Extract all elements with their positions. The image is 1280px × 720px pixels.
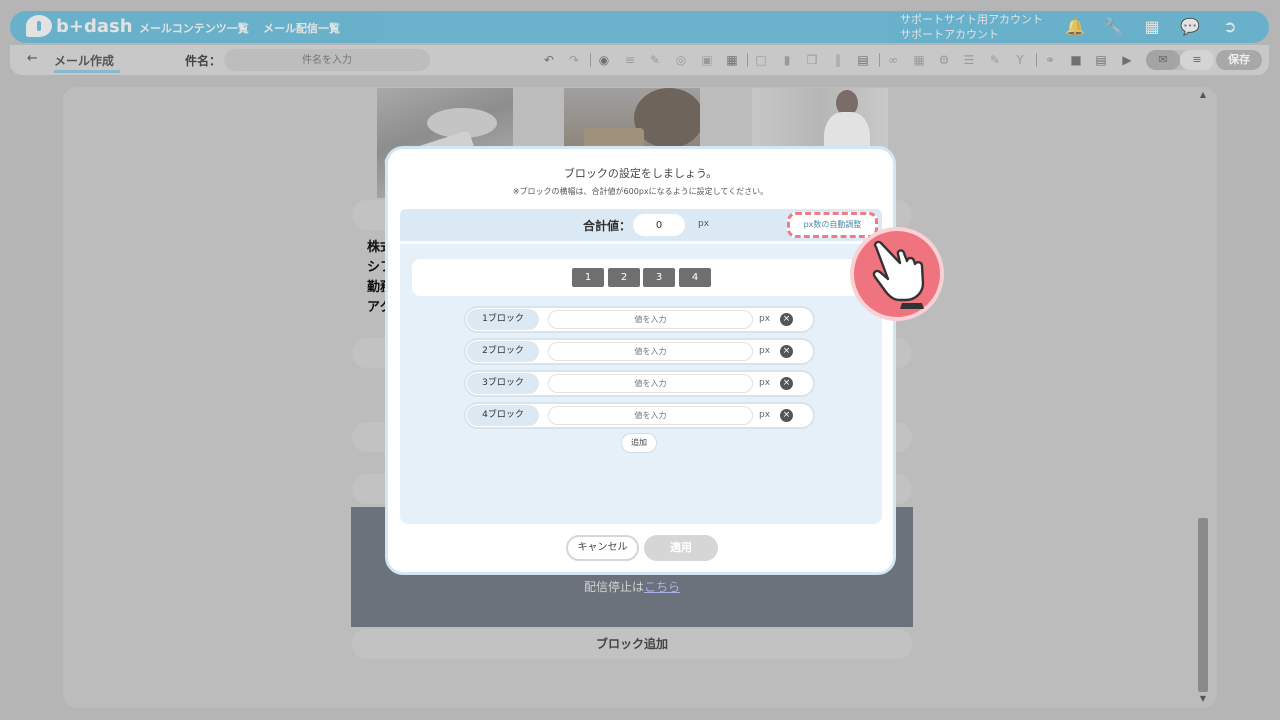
subject-input[interactable] bbox=[224, 49, 430, 71]
remove-block-icon[interactable]: × bbox=[780, 345, 793, 358]
scroll-down-icon[interactable]: ▼ bbox=[1196, 694, 1210, 703]
block-config-panel: 1 2 3 4 1ブロック px × 2ブロック px × 3ブロック px ×… bbox=[400, 244, 882, 524]
calendar-icon[interactable]: ▦ bbox=[911, 52, 927, 68]
editor-toolbar: ← メール作成 件名： ↶ ↷ ◉ ≡ ✎ ◎ ▣ ▦ □ ▮ ❐ ‖ ▤ ∞ … bbox=[10, 45, 1269, 75]
block-label: 4ブロック bbox=[467, 405, 539, 426]
hand-cursor-icon bbox=[872, 240, 925, 309]
mail-create-tab[interactable]: メール作成 bbox=[54, 52, 121, 73]
database-icon[interactable]: ☰ bbox=[961, 52, 977, 68]
grid-icon[interactable]: ▦ bbox=[1142, 17, 1162, 37]
block-label: 2ブロック bbox=[467, 341, 539, 362]
toolbar-divider bbox=[879, 53, 880, 67]
add-block-button[interactable]: ブロック追加 bbox=[352, 629, 912, 659]
undo-icon[interactable]: ↶ bbox=[541, 52, 557, 68]
edit-icon[interactable]: ✎ bbox=[987, 52, 1003, 68]
layout-icon[interactable]: ▤ bbox=[855, 52, 871, 68]
scroll-up-icon[interactable]: ▲ bbox=[1196, 90, 1210, 99]
play-icon[interactable]: ▶ bbox=[1119, 52, 1135, 68]
view-toggle: ✉ ≡ bbox=[1146, 50, 1214, 70]
nav-mail-delivery-list[interactable]: メール配信一覧 bbox=[263, 20, 340, 36]
align-icon[interactable]: ≡ bbox=[622, 52, 638, 68]
account-info[interactable]: サポートサイト用アカウント サポートアカウント bbox=[900, 12, 1043, 42]
auto-adjust-button[interactable]: px数の自動調整 bbox=[787, 212, 878, 238]
filter-icon[interactable]: Υ bbox=[1012, 52, 1028, 68]
logo[interactable]: b+dash bbox=[26, 15, 133, 37]
target-icon[interactable]: ◎ bbox=[673, 52, 689, 68]
unsubscribe-text: 配信停止はこちら bbox=[351, 578, 913, 595]
block-unit: px bbox=[759, 410, 771, 420]
total-unit: px bbox=[698, 219, 710, 229]
block-settings-modal: ブロックの設定をしましょう。 ※ブロックの横幅は、合計値が600pxになるように… bbox=[385, 146, 896, 575]
block-label: 1ブロック bbox=[467, 309, 539, 330]
redo-icon[interactable]: ↷ bbox=[566, 52, 582, 68]
total-bar: 合計値： px px数の自動調整 bbox=[400, 209, 882, 241]
logo-mark-icon bbox=[26, 15, 52, 37]
toolbar-divider bbox=[1036, 53, 1037, 67]
block-width-input[interactable] bbox=[548, 406, 753, 425]
block-width-input[interactable] bbox=[548, 342, 753, 361]
unsubscribe-link[interactable]: こちら bbox=[644, 580, 680, 594]
copy-icon[interactable]: ❐ bbox=[804, 52, 820, 68]
remove-block-icon[interactable]: × bbox=[780, 377, 793, 390]
wrench-icon[interactable]: 🔧 bbox=[1103, 17, 1123, 37]
fullscreen-icon[interactable]: ▣ bbox=[699, 52, 715, 68]
tab-3-blocks[interactable]: 3 bbox=[643, 268, 675, 287]
pointing-hand-icon bbox=[850, 227, 944, 321]
add-block-row-button[interactable]: 追加 bbox=[621, 433, 657, 453]
top-header: b+dash メールコンテンツ一覧 メール配信一覧 サポートサイト用アカウント … bbox=[10, 11, 1269, 43]
tab-2-blocks[interactable]: 2 bbox=[608, 268, 640, 287]
block-unit: px bbox=[759, 314, 771, 324]
block-unit: px bbox=[759, 346, 771, 356]
account-line-1: サポートサイト用アカウント bbox=[900, 13, 1043, 26]
block-count-tabs: 1 2 3 4 bbox=[412, 259, 870, 296]
total-value-field[interactable] bbox=[633, 214, 685, 236]
gear-icon[interactable]: ⚙ bbox=[936, 52, 952, 68]
remove-block-icon[interactable]: × bbox=[780, 313, 793, 326]
tab-1-block[interactable]: 1 bbox=[572, 268, 604, 287]
contact-card-icon[interactable]: ■ bbox=[1068, 52, 1084, 68]
columns-icon[interactable]: ‖ bbox=[830, 52, 846, 68]
crop-icon[interactable]: □ bbox=[753, 52, 769, 68]
unsubscribe-prefix: 配信停止は bbox=[583, 580, 644, 594]
text-view-icon[interactable]: ≡ bbox=[1180, 50, 1214, 70]
trash-icon[interactable]: ▮ bbox=[779, 52, 795, 68]
block-row: 1ブロック px × bbox=[464, 306, 815, 333]
chat-icon[interactable]: 💬 bbox=[1180, 17, 1200, 37]
tab-4-blocks[interactable]: 4 bbox=[679, 268, 711, 287]
toolbar-divider bbox=[747, 53, 748, 67]
account-line-2: サポートアカウント bbox=[900, 28, 999, 41]
logout-icon[interactable]: ➲ bbox=[1220, 17, 1240, 37]
palette-icon[interactable]: ◉ bbox=[596, 52, 612, 68]
block-width-input[interactable] bbox=[548, 374, 753, 393]
cancel-button[interactable]: キャンセル bbox=[566, 535, 639, 561]
block-width-input[interactable] bbox=[548, 310, 753, 329]
scrollbar-thumb[interactable] bbox=[1198, 518, 1208, 692]
modal-note: ※ブロックの横幅は、合計値が600pxになるように設定してください。 bbox=[512, 187, 769, 196]
modal-title: ブロックの設定をしましょう。 bbox=[563, 167, 718, 180]
apply-button[interactable]: 適用 bbox=[644, 535, 718, 561]
link-icon[interactable]: ∞ bbox=[885, 52, 901, 68]
pen-icon[interactable]: ✎ bbox=[647, 52, 663, 68]
block-row: 3ブロック px × bbox=[464, 370, 815, 397]
nav-mail-content-list[interactable]: メールコンテンツ一覧 bbox=[139, 20, 249, 36]
total-label: 合計値： bbox=[583, 219, 632, 233]
block-label: 3ブロック bbox=[467, 373, 539, 394]
devices-icon[interactable]: ▤ bbox=[1093, 52, 1109, 68]
logo-text: b+dash bbox=[56, 15, 133, 37]
toolbar-divider bbox=[590, 53, 591, 67]
image-icon[interactable]: ▦ bbox=[724, 52, 740, 68]
block-row: 2ブロック px × bbox=[464, 338, 815, 365]
remove-block-icon[interactable]: × bbox=[780, 409, 793, 422]
block-unit: px bbox=[759, 378, 771, 388]
block-row: 4ブロック px × bbox=[464, 402, 815, 429]
chain-icon[interactable]: ⚭ bbox=[1042, 52, 1058, 68]
mail-view-icon[interactable]: ✉ bbox=[1146, 50, 1180, 70]
save-button[interactable]: 保存 bbox=[1216, 50, 1262, 70]
back-arrow-icon[interactable]: ← bbox=[27, 51, 38, 66]
bell-icon[interactable]: 🔔 bbox=[1065, 17, 1085, 37]
subject-label: 件名： bbox=[185, 54, 222, 68]
